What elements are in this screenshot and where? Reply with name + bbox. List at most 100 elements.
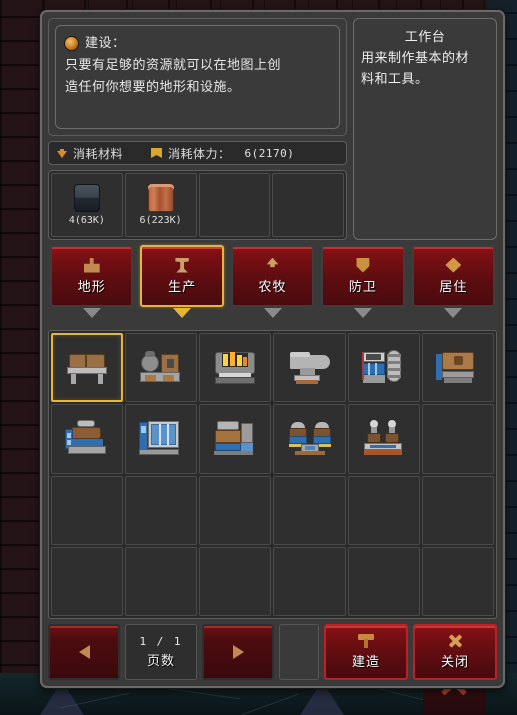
arrow-left-icon [78, 645, 90, 659]
flag-icon [151, 148, 163, 158]
chevron-down-icon [173, 308, 192, 318]
grid-item-distillery[interactable] [347, 404, 420, 474]
stamina-cost-value: 6(2170) [244, 146, 295, 160]
page-label: 页数 [146, 654, 175, 669]
grid-item-empty [347, 546, 420, 616]
chevron-down-icon [263, 308, 282, 318]
previous-page-button[interactable] [48, 624, 120, 680]
page-indicator: 1 / 1 页数 [125, 624, 197, 680]
description-panel: 建设： 只要有足够的资源就可以在地图上创 造任何你想要的地形和设施。 [48, 18, 347, 136]
workbench-icon [63, 346, 111, 390]
footer-bar: 1 / 1 页数 建造 关闭 [48, 624, 497, 680]
material-slot[interactable]: 6(223K) [124, 173, 197, 237]
tree-icon [266, 257, 279, 268]
tab-label: 防卫 [348, 279, 377, 295]
x-icon [448, 634, 463, 648]
grid-item-workbench[interactable] [51, 333, 124, 403]
grid-item-press[interactable] [199, 404, 272, 474]
material-cost-label: 消耗材料 [73, 146, 124, 161]
gem-icon [65, 37, 78, 50]
material-count: 4(63K) [68, 215, 105, 226]
anvil-icon [175, 257, 189, 273]
detail-panel: 工作台 用来制作基本的材 料和工具。 [353, 18, 497, 240]
grid-item-cabinet[interactable] [125, 404, 198, 474]
grid-item-carpentry-bench[interactable] [421, 333, 494, 403]
build-button-label: 建造 [351, 655, 380, 670]
grid-item-grinder-station[interactable] [125, 333, 198, 403]
chevron-down-icon [353, 308, 372, 318]
material-slot-empty [198, 173, 271, 237]
tab-defense[interactable]: 防卫 [321, 245, 405, 318]
description-line-2: 造任何你想要的地形和设施。 [65, 80, 241, 95]
grid-item-empty [421, 546, 494, 616]
tab-production[interactable]: 生产 [140, 245, 224, 318]
grid-item-empty [125, 475, 198, 545]
terrain-icon [83, 257, 100, 273]
page-number: 1 / 1 [139, 635, 183, 648]
stone-block-icon [73, 184, 100, 212]
grid-item-empty [125, 546, 198, 616]
grid-item-empty [51, 546, 124, 616]
grid-item-kiln[interactable] [51, 404, 124, 474]
grid-item-empty [347, 475, 420, 545]
detail-title: 工作台 [404, 30, 446, 45]
wood-log-icon [147, 184, 174, 212]
material-slot-empty [272, 173, 344, 237]
build-button[interactable]: 建造 [324, 624, 408, 680]
grid-item-empty [199, 475, 272, 545]
anvil-icon [286, 346, 334, 390]
tab-terrain[interactable]: 地形 [50, 245, 134, 318]
background-brick-wall-left [0, 0, 40, 690]
category-tab-bar: 地形 生产 农牧 防卫 居住 [48, 245, 497, 325]
description-box: 建设： 只要有足够的资源就可以在地图上创 造任何你想要的地形和设施。 [55, 25, 340, 129]
detail-line-1: 用来制作基本的材 [361, 51, 470, 66]
grid-item-empty [273, 546, 346, 616]
diamond-icon [445, 257, 462, 273]
shield-icon [356, 257, 370, 273]
building-item-grid [48, 330, 497, 619]
material-count: 6(223K) [139, 215, 182, 226]
tab-label: 生产 [168, 279, 197, 295]
furnace-icon [211, 346, 259, 390]
description-title: 建设： [85, 36, 126, 51]
press-icon [211, 417, 259, 461]
arrow-down-icon [57, 148, 67, 158]
tab-label: 农牧 [258, 279, 287, 295]
grid-item-empty [199, 546, 272, 616]
grid-item-brewery[interactable] [273, 404, 346, 474]
grid-item-empty [421, 404, 494, 474]
cost-bar: 消耗材料 消耗体力： 6(2170) [48, 141, 347, 165]
hammer-icon [358, 634, 374, 648]
grid-item-furnace[interactable] [199, 333, 272, 403]
loom-icon [360, 346, 408, 390]
distillery-icon [360, 417, 408, 461]
tab-label: 居住 [439, 279, 468, 295]
grid-item-empty [421, 475, 494, 545]
brewery-icon [286, 417, 334, 461]
footer-spacer [279, 624, 319, 680]
tab-label: 地形 [77, 279, 106, 295]
grid-item-empty [51, 475, 124, 545]
material-slot-list: 4(63K) 6(223K) [48, 170, 347, 240]
arrow-right-icon [232, 645, 244, 659]
grid-item-empty [273, 475, 346, 545]
close-button[interactable]: 关闭 [413, 624, 497, 680]
grid-item-loom[interactable] [347, 333, 420, 403]
grinder-station-icon [137, 346, 185, 390]
detail-line-2: 料和工具。 [361, 72, 429, 87]
info-area: 建设： 只要有足够的资源就可以在地图上创 造任何你想要的地形和设施。 消耗材料 … [48, 18, 497, 240]
kiln-icon [63, 417, 111, 461]
description-title-row: 建设： [65, 33, 330, 54]
cabinet-icon [137, 417, 185, 461]
chevron-down-icon [82, 308, 101, 318]
stamina-cost-label: 消耗体力： [168, 146, 231, 161]
chevron-down-icon [444, 308, 463, 318]
material-slot[interactable]: 4(63K) [51, 173, 123, 237]
tab-farming[interactable]: 农牧 [230, 245, 315, 318]
tab-housing[interactable]: 居住 [411, 245, 496, 318]
grid-item-anvil[interactable] [273, 333, 346, 403]
next-page-button[interactable] [202, 624, 274, 680]
build-dialog: 建设： 只要有足够的资源就可以在地图上创 造任何你想要的地形和设施。 消耗材料 … [40, 10, 505, 688]
info-left-column: 建设： 只要有足够的资源就可以在地图上创 造任何你想要的地形和设施。 消耗材料 … [48, 18, 347, 240]
description-line-1: 只要有足够的资源就可以在地图上创 [65, 58, 282, 73]
